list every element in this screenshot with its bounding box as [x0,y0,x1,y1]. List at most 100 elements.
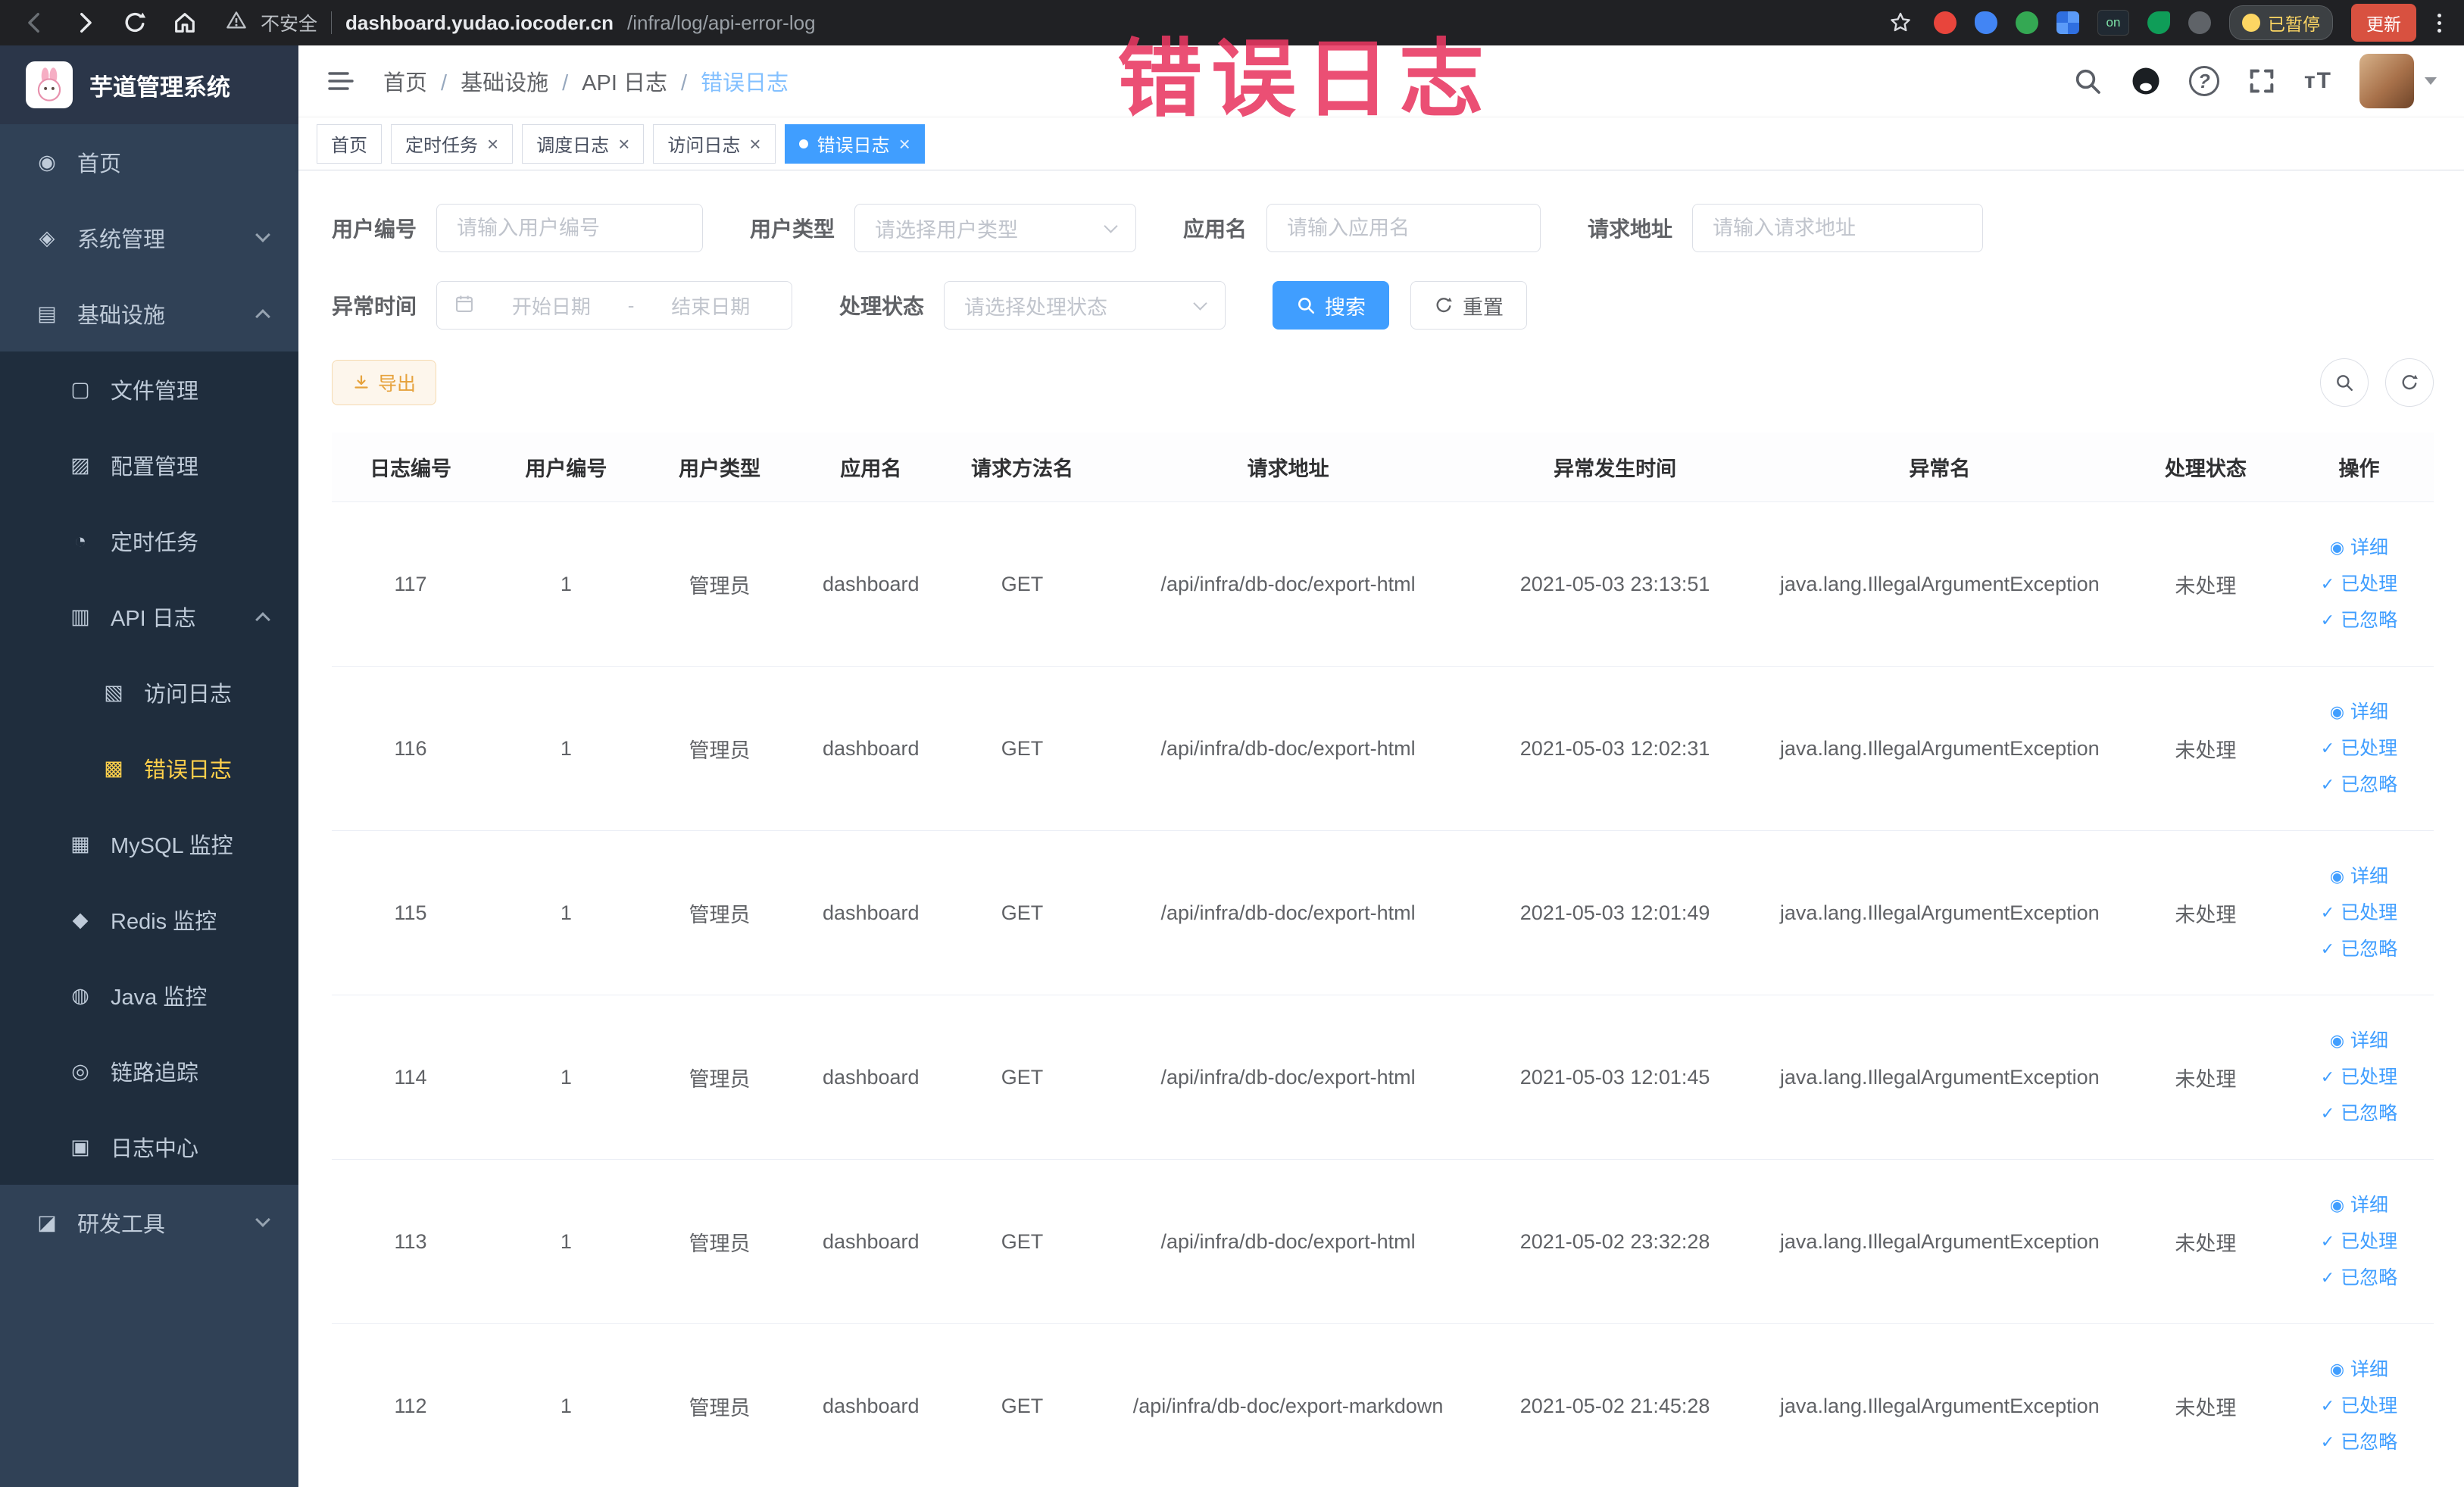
process-status-select[interactable]: 请选择处理状态 [944,281,1226,330]
sidebar-item[interactable]: ◔ 定时任务 [0,503,298,579]
font-size-icon[interactable]: тT [2304,68,2332,94]
action-icon: ✓ [2320,903,2335,922]
sidebar-item[interactable]: ▥ API 日志 [0,579,298,654]
row-action-link[interactable]: ◉ 详细 [2330,1354,2388,1385]
row-action-link[interactable]: ✓ 已处理 [2321,1062,2397,1092]
export-button[interactable]: 导出 [332,360,437,405]
close-icon[interactable]: × [749,134,760,154]
sidebar-item[interactable]: ◪ 研发工具 [0,1185,298,1261]
extension-icon[interactable] [2016,11,2038,34]
github-icon[interactable] [2130,65,2162,97]
reset-button[interactable]: 重置 [1410,281,1528,330]
view-tab[interactable]: 调度日志 × [522,123,645,164]
menu-item-icon: ▤ [37,301,57,325]
app-name-input[interactable] [1266,204,1541,252]
row-action-link[interactable]: ✓ 已忽略 [2321,934,2397,964]
column-header: 用户类型 [642,433,797,502]
cell-method: GET [945,995,1099,1160]
row-action-link[interactable]: ✓ 已忽略 [2321,605,2397,636]
cell-user-type: 管理员 [642,501,797,667]
app-logo[interactable]: 芋道管理系统 [0,45,298,124]
sidebar-item[interactable]: ◍ Java 监控 [0,957,298,1033]
breadcrumb-item[interactable]: API 日志 [548,65,667,97]
refresh-button[interactable] [2385,358,2434,407]
row-action-link[interactable]: ✓ 已忽略 [2321,1263,2397,1293]
view-tab[interactable]: 错误日志 × [784,123,925,164]
row-action-link[interactable]: ◉ 详细 [2330,697,2388,727]
view-tab[interactable]: 首页 × [317,123,382,164]
user-type-select[interactable]: 请选择用户类型 [854,204,1137,252]
row-action-link[interactable]: ◉ 详细 [2330,1190,2388,1220]
sidebar-item[interactable]: ▢ 文件管理 [0,351,298,427]
menu-item-icon: ◎ [71,1059,89,1082]
action-label: 已忽略 [2341,1103,2398,1124]
view-tab[interactable]: 定时任务 × [391,123,514,164]
breadcrumb-item[interactable]: 基础设施 [427,65,548,97]
update-button[interactable]: 更新 [2351,4,2416,42]
row-action-link[interactable]: ✓ 已忽略 [2321,770,2397,800]
search-icon[interactable] [2072,66,2103,96]
sidebar-item[interactable]: ▦ MySQL 监控 [0,806,298,882]
row-action-link[interactable]: ✓ 已处理 [2321,733,2397,764]
close-icon[interactable]: × [487,134,498,154]
row-action-link[interactable]: ◉ 详细 [2330,861,2388,892]
column-header: 请求方法名 [945,433,1099,502]
row-action-link[interactable]: ✓ 已处理 [2321,1226,2397,1257]
hamburger-icon[interactable] [326,67,356,95]
toggle-search-button[interactable] [2320,358,2369,407]
user-menu[interactable] [2359,54,2437,108]
column-header: 处理状态 [2126,433,2284,502]
sidebar-item[interactable]: ◎ 链路追踪 [0,1033,298,1109]
fullscreen-icon[interactable] [2247,66,2277,96]
exception-time-range-picker[interactable]: 开始日期 - 结束日期 [436,281,793,330]
help-icon[interactable]: ? [2188,66,2219,96]
search-button[interactable]: 搜索 [1273,281,1390,330]
extension-on-badge[interactable]: on [2097,10,2129,36]
cell-exception-time: 2021-05-03 12:02:31 [1477,666,1753,831]
breadcrumb-item[interactable]: 错误日志 [667,65,789,97]
extension-icon[interactable] [1934,11,1957,34]
row-action-link[interactable]: ◉ 详细 [2330,1026,2388,1056]
row-action-link[interactable]: ✓ 已处理 [2321,569,2397,599]
sidebar-item[interactable]: ◈ 系统管理 [0,200,298,276]
forward-icon[interactable] [70,8,100,38]
action-icon: ◉ [2329,702,2345,721]
extension-icon[interactable] [1975,11,1997,34]
menu-item-icon: ◍ [71,983,89,1007]
row-action-link[interactable]: ◉ 详细 [2330,533,2388,563]
sidebar-item[interactable]: ▨ 配置管理 [0,427,298,503]
address-bar[interactable]: 不安全 dashboard.yudao.iocoder.cn /infra/lo… [226,9,1866,36]
bookmark-star-icon[interactable] [1885,8,1916,38]
row-action-link[interactable]: ✓ 已处理 [2321,1391,2397,1421]
row-action-link[interactable]: ✓ 已处理 [2321,898,2397,928]
cell-log-id: 116 [332,666,490,831]
view-tab[interactable]: 访问日志 × [653,123,776,164]
sidebar-item[interactable]: ▧ 访问日志 [0,654,298,730]
sidebar-item[interactable]: ▩ 错误日志 [0,730,298,806]
cell-method: GET [945,666,1099,831]
home-icon[interactable] [170,8,200,38]
extension-grid-icon[interactable] [2056,11,2079,34]
close-icon[interactable]: × [618,134,629,154]
paused-badge[interactable]: 已暂停 [2229,5,2333,40]
row-action-link[interactable]: ✓ 已忽略 [2321,1427,2397,1457]
sidebar-item[interactable]: ◉ 首页 [0,124,298,200]
sidebar-item[interactable]: ▣ 日志中心 [0,1109,298,1185]
breadcrumb-item[interactable]: 首页 [383,65,427,97]
extension-icon[interactable] [2147,11,2170,34]
row-action-link[interactable]: ✓ 已忽略 [2321,1098,2397,1129]
column-header: 日志编号 [332,433,490,502]
request-url-input[interactable] [1692,204,1984,252]
close-icon[interactable]: × [899,134,910,154]
table-header-row: 日志编号 用户编号 用户类型 应用名 请求方法名 请求地址 异常发生时间 异常名… [332,433,2434,502]
cell-request-url: /api/infra/db-doc/export-html [1098,1159,1478,1324]
action-label: 已忽略 [2341,774,2398,795]
extension-icon[interactable] [2188,11,2211,34]
back-icon[interactable] [20,8,50,38]
cell-process-status: 未处理 [2126,501,2284,667]
sidebar-item[interactable]: ◆ Redis 监控 [0,882,298,957]
sidebar-item[interactable]: ▤ 基础设施 [0,276,298,351]
reload-icon[interactable] [120,8,150,38]
user-id-input[interactable] [436,204,704,252]
browser-menu-icon[interactable] [2434,11,2444,36]
